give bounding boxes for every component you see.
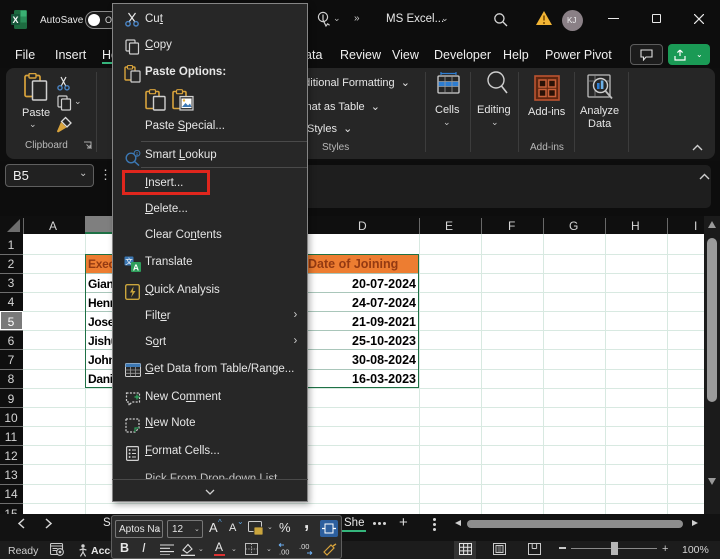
svg-text:.00: .00 bbox=[279, 548, 289, 557]
svg-text:X: X bbox=[12, 15, 18, 25]
svg-text:A: A bbox=[132, 262, 138, 272]
svg-text:.00: .00 bbox=[299, 542, 309, 551]
